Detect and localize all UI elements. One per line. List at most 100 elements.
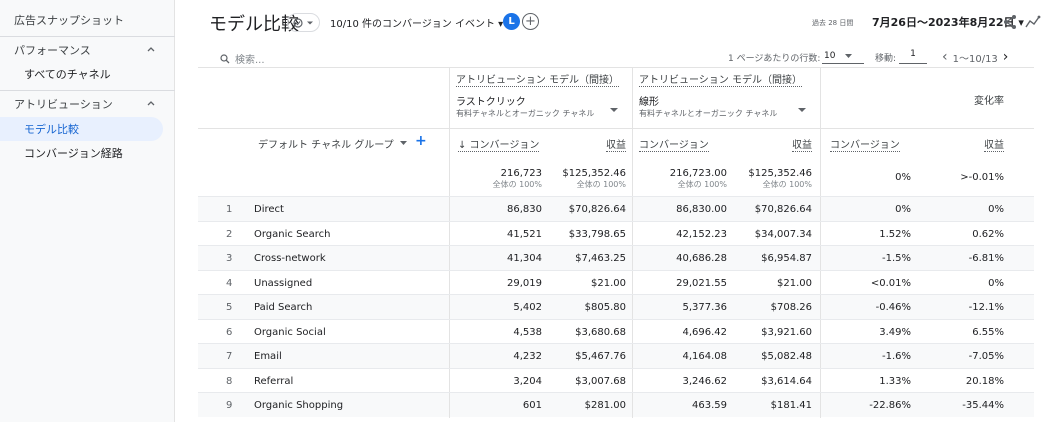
- revenue-cell: $21.00: [777, 277, 812, 289]
- rows-per-page-select[interactable]: 10: [822, 49, 864, 64]
- total-cell: 216,723.00 全体の 100%: [670, 168, 727, 190]
- divider: [632, 129, 633, 197]
- channel-name: Direct: [254, 204, 284, 215]
- conversions-cell: 4,164.08: [682, 351, 727, 362]
- row-index: 9: [226, 400, 233, 411]
- next-page-icon[interactable]: ›: [1003, 49, 1009, 65]
- conversions-header[interactable]: コンバージョン: [639, 136, 709, 152]
- divider: [632, 393, 633, 418]
- conversions-cell: 463.59: [692, 400, 727, 411]
- change-conversions-cell: -1.5%: [881, 253, 911, 264]
- change-revenue-cell: -35.44%: [962, 400, 1004, 411]
- search-placeholder: 検索...: [235, 55, 265, 66]
- header-label: 収益: [984, 140, 1004, 152]
- conversions-cell: 4,232: [513, 351, 542, 362]
- channel-name: Organic Social: [254, 326, 326, 338]
- avatar[interactable]: L: [503, 13, 520, 30]
- change-revenue-cell: 0.62%: [972, 228, 1004, 240]
- divider: [449, 270, 450, 295]
- divider: [820, 129, 821, 197]
- sidebar-item-conversion-paths[interactable]: コンバージョン経路: [0, 141, 123, 165]
- divider: [632, 368, 633, 393]
- total-cell: >-0.01%: [960, 172, 1004, 183]
- conversions-cell: 41,304: [507, 253, 542, 264]
- sidebar-section-performance[interactable]: パフォーマンス: [0, 40, 175, 60]
- revenue-header[interactable]: 収益: [606, 136, 626, 152]
- revenue-cell: $281.00: [584, 400, 626, 411]
- sidebar-item-all-channels[interactable]: すべてのチャネル: [0, 62, 111, 86]
- divider: [449, 319, 450, 344]
- divider: [632, 344, 633, 369]
- conversions-cell: 5,402: [513, 302, 542, 313]
- sidebar-item-model-comparison[interactable]: モデル比較: [0, 117, 163, 141]
- search-input[interactable]: 検索...: [220, 51, 265, 66]
- chevron-up-icon: [147, 101, 155, 106]
- table-row[interactable]: 8 Referral 3,204 $3,007.68 3,246.62 $3,614.64…: [198, 367, 1034, 393]
- table-toolbar: 検索... 1 ページあたりの行数: 10 移動: 1 ‹ 1～10/13 ›: [198, 46, 1034, 68]
- page-title: モデル比較: [209, 14, 299, 35]
- rows-per-page-value: 10: [824, 51, 836, 61]
- add-comparison-button[interactable]: +: [522, 13, 539, 30]
- sidebar-section-label: アトリビューション: [14, 98, 113, 111]
- table-row[interactable]: 1 Direct 86,830 $70,826.64 86,830.00 $70,826.…: [198, 196, 1034, 222]
- table-row[interactable]: 7 Email 4,232 $5,467.76 4,164.08 $5,082.48 -1.…: [198, 343, 1034, 369]
- revenue-cell: $6,954.87: [761, 253, 812, 264]
- channel-name: Paid Search: [254, 302, 313, 313]
- model-selector-1[interactable]: アトリビューション モデル（間接） ラストクリック 有料チャネルとオーガニック …: [449, 68, 632, 128]
- header-label: コンバージョン: [639, 140, 709, 152]
- row-index: 3: [226, 253, 233, 264]
- goto-label: 移動:: [875, 54, 897, 64]
- goto-page-input[interactable]: 1: [899, 49, 927, 64]
- row-index: 1: [226, 204, 233, 215]
- change-conversions-cell: 1.33%: [879, 375, 911, 387]
- revenue-cell: $34,007.34: [754, 228, 812, 240]
- table-row[interactable]: 5 Paid Search 5,402 $805.80 5,377.36 $708.26 -…: [198, 294, 1034, 320]
- revenue-cell: $5,467.76: [575, 351, 626, 362]
- divider: [820, 368, 821, 393]
- change-revenue-header[interactable]: 収益: [984, 136, 1004, 152]
- total-cell: $125,352.46 全体の 100%: [748, 168, 812, 190]
- total-share: 全体の 100%: [576, 180, 626, 189]
- divider: [820, 270, 821, 295]
- pagination: ‹ 1～10/13 ›: [942, 49, 1008, 65]
- channel-name: Referral: [254, 375, 294, 387]
- sidebar-title[interactable]: 広告スナップショット: [14, 12, 124, 28]
- total-cell: 216,723 全体の 100%: [493, 168, 542, 190]
- change-conversions-cell: 0%: [895, 204, 911, 215]
- change-conversions-cell: -1.6%: [881, 351, 911, 362]
- prev-page-icon[interactable]: ‹: [942, 49, 948, 65]
- total-cell: 0%: [895, 172, 911, 183]
- table-row[interactable]: 2 Organic Search 41,521 $33,798.65 42,152.23…: [198, 220, 1034, 246]
- share-icon[interactable]: [1001, 13, 1019, 31]
- revenue-header[interactable]: 収益: [792, 136, 812, 152]
- conversion-events-dropdown[interactable]: 10/10 件のコンバージョン イベント ▾: [330, 15, 503, 30]
- divider: [449, 368, 450, 393]
- table-row[interactable]: 6 Organic Social 4,538 $3,680.68 4,696.42 $3,…: [198, 318, 1034, 344]
- divider: [820, 393, 821, 418]
- table-row[interactable]: 4 Unassigned 29,019 $21.00 29,021.55 $21.00 <0…: [198, 269, 1034, 295]
- table-row[interactable]: 3 Cross-network 41,304 $7,463.25 40,686.28 $6…: [198, 245, 1034, 271]
- divider: [449, 344, 450, 369]
- sort-conversions-header[interactable]: ↓ コンバージョン: [458, 136, 540, 152]
- compare-toggle-button[interactable]: [287, 13, 320, 32]
- insights-icon[interactable]: [1024, 13, 1042, 31]
- sidebar-section-attribution[interactable]: アトリビューション: [0, 94, 175, 114]
- dimension-selector[interactable]: デフォルト チャネル グループ: [258, 136, 407, 151]
- total-value: 216,723.00: [669, 168, 727, 179]
- conversions-cell: 29,019: [507, 277, 542, 289]
- row-index: 7: [226, 351, 233, 362]
- dropdown-arrow-icon: [610, 108, 618, 112]
- model-selector-2[interactable]: アトリビューション モデル（間接） 線形 有料チャネルとオーガニック チャネル: [632, 68, 820, 128]
- rows-per-page-label: 1 ページあたりの行数:: [728, 54, 821, 64]
- plus-icon: +: [525, 14, 536, 29]
- conversions-cell: 3,204: [513, 375, 542, 387]
- add-dimension-button[interactable]: +: [415, 133, 427, 149]
- change-conversions-header[interactable]: コンバージョン: [830, 136, 900, 152]
- table-row[interactable]: 9 Organic Shopping 601 $281.00 463.59 $181.41…: [198, 392, 1034, 418]
- total-share: 全体の 100%: [762, 180, 812, 189]
- row-index: 6: [226, 326, 233, 338]
- check-circle-icon: [293, 17, 303, 28]
- model-name: ラストクリック: [456, 97, 526, 108]
- change-revenue-cell: 0%: [988, 204, 1004, 215]
- change-conversions-cell: <0.01%: [870, 277, 911, 289]
